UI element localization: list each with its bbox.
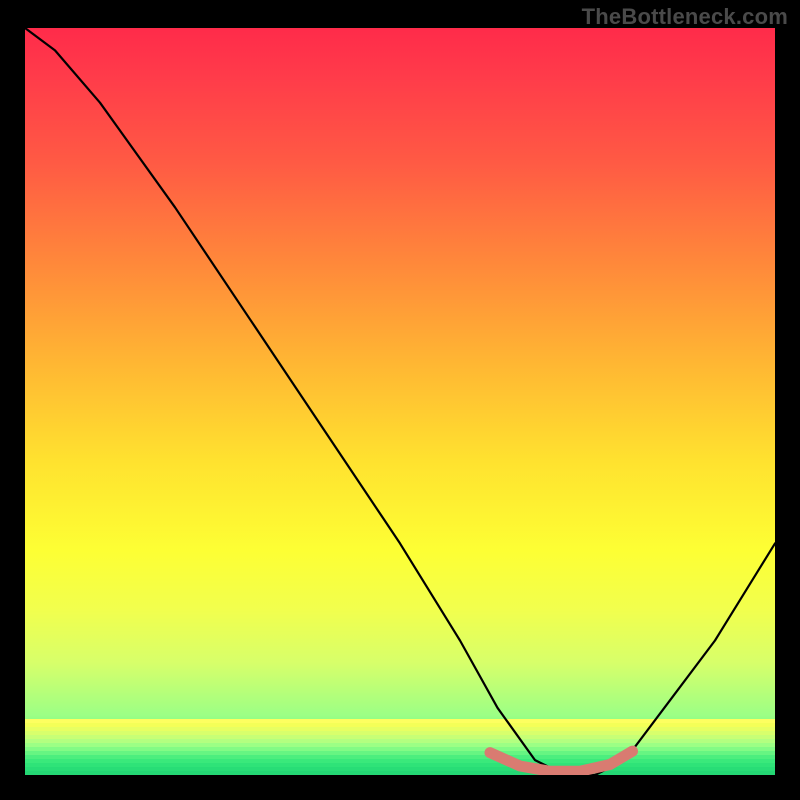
curve-layer (25, 28, 775, 775)
chart-frame: TheBottleneck.com (0, 0, 800, 800)
watermark-text: TheBottleneck.com (582, 4, 788, 30)
plot-area (25, 28, 775, 775)
bottom-highlight (490, 751, 633, 771)
main-curve (25, 28, 775, 775)
